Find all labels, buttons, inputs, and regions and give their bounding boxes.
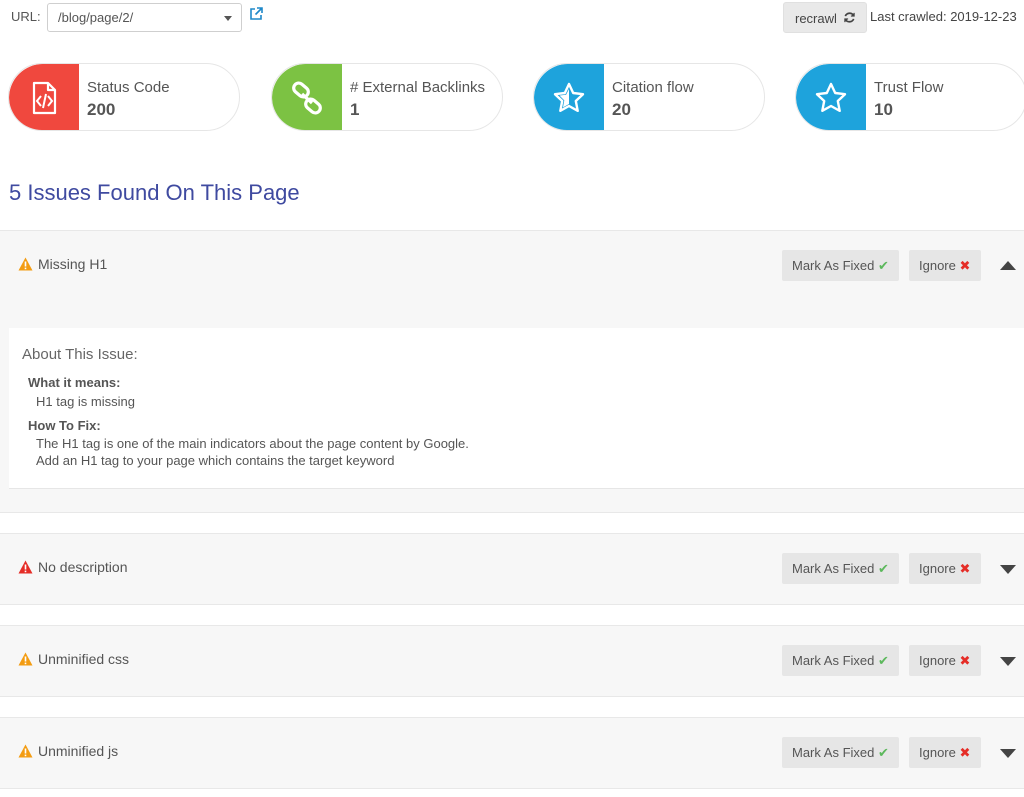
issue-details: About This Issue: What it means: H1 tag … (9, 328, 1024, 489)
expand-icon[interactable] (1000, 749, 1016, 758)
star-icon (553, 82, 585, 112)
expand-icon[interactable] (1000, 657, 1016, 666)
mark-as-fixed-button[interactable]: Mark As Fixed ✔ (782, 250, 899, 281)
recrawl-label: recrawl (795, 11, 837, 26)
citation-flow-badge (534, 64, 604, 130)
card-title: Trust Flow (874, 79, 944, 96)
close-icon: ✖ (959, 653, 971, 668)
warning-icon (18, 652, 33, 666)
what-it-means-text: H1 tag is missing (36, 394, 135, 409)
external-backlinks-badge (272, 64, 342, 130)
check-icon: ✔ (877, 653, 889, 668)
issue-header[interactable]: No description Mark As Fixed ✔ Ignore ✖ (0, 534, 1024, 604)
issues-heading: 5 Issues Found On This Page (9, 180, 300, 205)
ignore-button[interactable]: Ignore ✖ (909, 553, 981, 584)
card-title: # External Backlinks (350, 79, 486, 96)
ignore-label: Ignore (919, 258, 956, 273)
trust-flow-card: Trust Flow 10 (795, 63, 1024, 131)
card-value: 1 (350, 100, 360, 119)
error-icon (18, 560, 33, 574)
close-icon: ✖ (959, 258, 971, 273)
warning-icon (18, 257, 33, 271)
card-title: Citation flow (612, 79, 694, 96)
link-icon (292, 81, 322, 115)
issue-name: Unminified css (38, 651, 130, 667)
top-bar: URL: /blog/page/2/ recrawl Last crawled:… (0, 0, 1024, 40)
check-icon: ✔ (877, 258, 889, 273)
warning-icon (18, 744, 33, 758)
trust-flow-badge (796, 64, 866, 130)
mark-as-fixed-label: Mark As Fixed (792, 653, 875, 668)
close-icon: ✖ (959, 745, 971, 760)
mark-as-fixed-button[interactable]: Mark As Fixed ✔ (782, 645, 899, 676)
mark-as-fixed-button[interactable]: Mark As Fixed ✔ (782, 553, 899, 584)
caret-down-icon (224, 16, 232, 21)
card-value: 20 (612, 100, 631, 119)
collapse-icon[interactable] (1000, 261, 1016, 270)
last-crawled-text: Last crawled: 2019-12-23 (870, 9, 1017, 24)
close-icon: ✖ (959, 561, 971, 576)
card-value: 10 (874, 100, 893, 119)
issue-panel-missing-h1: Missing H1 Mark As Fixed ✔ Ignore ✖ Abou… (0, 230, 1024, 513)
ignore-label: Ignore (919, 745, 956, 760)
check-icon: ✔ (877, 561, 889, 576)
code-file-icon (32, 81, 57, 115)
ignore-label: Ignore (919, 561, 956, 576)
expand-icon[interactable] (1000, 565, 1016, 574)
star-icon (815, 82, 847, 112)
issue-name: Unminified js (38, 743, 119, 759)
about-issue-title: About This Issue: (22, 346, 138, 363)
refresh-icon (844, 12, 855, 23)
issue-header[interactable]: Missing H1 Mark As Fixed ✔ Ignore ✖ (0, 231, 1024, 301)
status-code-badge (9, 64, 79, 130)
issue-name: No description (38, 559, 128, 575)
url-select[interactable]: /blog/page/2/ (47, 3, 242, 32)
citation-flow-card: Citation flow 20 (533, 63, 765, 131)
status-code-card: Status Code 200 (8, 63, 240, 131)
url-label: URL: (11, 9, 41, 24)
mark-as-fixed-label: Mark As Fixed (792, 258, 875, 273)
check-icon: ✔ (877, 745, 889, 760)
issue-panel-no-description: No description Mark As Fixed ✔ Ignore ✖ (0, 533, 1024, 605)
what-it-means-heading: What it means: (28, 375, 121, 390)
ignore-button[interactable]: Ignore ✖ (909, 250, 981, 281)
ignore-label: Ignore (919, 653, 956, 668)
card-title: Status Code (87, 79, 170, 96)
issue-panel-unminified-css: Unminified css Mark As Fixed ✔ Ignore ✖ (0, 625, 1024, 697)
recrawl-button[interactable]: recrawl (783, 2, 867, 33)
issue-header[interactable]: Unminified css Mark As Fixed ✔ Ignore ✖ (0, 626, 1024, 696)
how-to-fix-heading: How To Fix: (28, 418, 101, 433)
how-to-fix-text: Add an H1 tag to your page which contain… (36, 453, 395, 468)
issue-name: Missing H1 (38, 256, 108, 272)
issue-panel-unminified-js: Unminified js Mark As Fixed ✔ Ignore ✖ (0, 717, 1024, 789)
external-backlinks-card: # External Backlinks 1 (271, 63, 503, 131)
ignore-button[interactable]: Ignore ✖ (909, 645, 981, 676)
ignore-button[interactable]: Ignore ✖ (909, 737, 981, 768)
mark-as-fixed-button[interactable]: Mark As Fixed ✔ (782, 737, 899, 768)
issue-header[interactable]: Unminified js Mark As Fixed ✔ Ignore ✖ (0, 718, 1024, 788)
mark-as-fixed-label: Mark As Fixed (792, 561, 875, 576)
mark-as-fixed-label: Mark As Fixed (792, 745, 875, 760)
how-to-fix-text: The H1 tag is one of the main indicators… (36, 436, 469, 451)
external-link-icon[interactable] (249, 7, 263, 21)
url-select-value: /blog/page/2/ (58, 10, 134, 25)
card-value: 200 (87, 100, 116, 119)
